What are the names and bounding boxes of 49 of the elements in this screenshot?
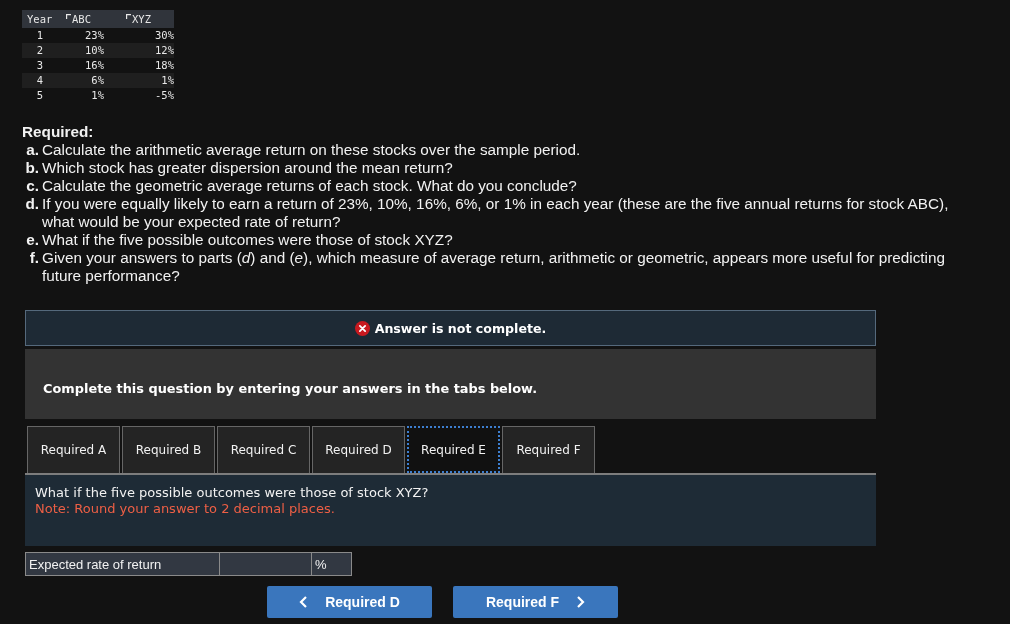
table-cell: 3 <box>22 58 58 73</box>
table-cell: 23% <box>58 28 104 43</box>
item-letter: b. <box>24 159 40 177</box>
item-letter: f. <box>28 249 40 268</box>
question-item: What if the five possible outcomes were those of stock XYZ? <box>42 231 454 249</box>
next-button[interactable]: Required F <box>453 586 618 618</box>
table-cell: 5 <box>22 88 58 103</box>
question-item: Calculate the geometric average returns of each stock. What do you conclude? <box>42 177 578 195</box>
tab[interactable]: Required F <box>502 426 595 473</box>
question-item: Calculate the arithmetic average return on these stocks over the sample period. <box>42 141 582 159</box>
note-text: Note: Round your answer to 2 decimal places. <box>35 501 336 517</box>
item-letter: a. <box>25 141 40 159</box>
tab[interactable]: Required E <box>407 426 500 473</box>
table-cell: 18% <box>104 58 174 73</box>
chevron-left-icon <box>299 596 309 608</box>
field-label: Expected rate of return <box>25 552 219 576</box>
table-cell: 1% <box>58 88 104 103</box>
table-cell: 6% <box>58 73 104 88</box>
column-header: XYZ <box>104 10 174 28</box>
alert-message: Answer is not complete. <box>374 320 547 336</box>
question-text: What if the five possible outcomes were those of stock XYZ? <box>35 485 430 501</box>
question-item: Which stock has greater dispersion around the mean return? <box>42 159 454 177</box>
error-icon <box>354 320 370 336</box>
table-cell: 4 <box>22 73 58 88</box>
tab[interactable]: Required C <box>217 426 310 473</box>
column-header: Year <box>22 10 58 28</box>
table-cell: 12% <box>104 43 174 58</box>
answer-field[interactable] <box>219 552 311 576</box>
chevron-right-icon <box>576 596 586 608</box>
column-header: ABC <box>58 10 104 28</box>
section-heading: Required: <box>22 123 95 141</box>
table-cell: -5% <box>104 88 174 103</box>
table-cell: 10% <box>58 43 104 58</box>
table-cell: 1% <box>104 73 174 88</box>
tab[interactable]: Required A <box>27 426 120 473</box>
question-item: Given your answers to parts (d) and (e), which measure of average return, arithmetic or geometric, appears more useful for predicting future performance? <box>42 249 946 285</box>
instruction-text: Complete this question by entering your answers in the tabs below. <box>43 381 538 396</box>
tab[interactable]: Required B <box>122 426 215 473</box>
table-cell: 1 <box>22 28 58 43</box>
table-cell: 16% <box>58 58 104 73</box>
item-letter: e. <box>25 231 40 249</box>
question-item: If you were equally likely to earn a return of 23%, 10%, 16%, 6%, or 1% in each year (these are the five annual returns for stock ABC), what would be your expected rate of return? <box>42 195 950 231</box>
previous-button[interactable]: Required D <box>267 586 432 618</box>
table-cell: 2 <box>22 43 58 58</box>
item-letter: c. <box>25 177 40 195</box>
table-cell: 30% <box>104 28 174 43</box>
tab[interactable]: Required D <box>312 426 405 473</box>
item-letter: d. <box>24 195 40 214</box>
unit-label: % <box>311 552 352 576</box>
